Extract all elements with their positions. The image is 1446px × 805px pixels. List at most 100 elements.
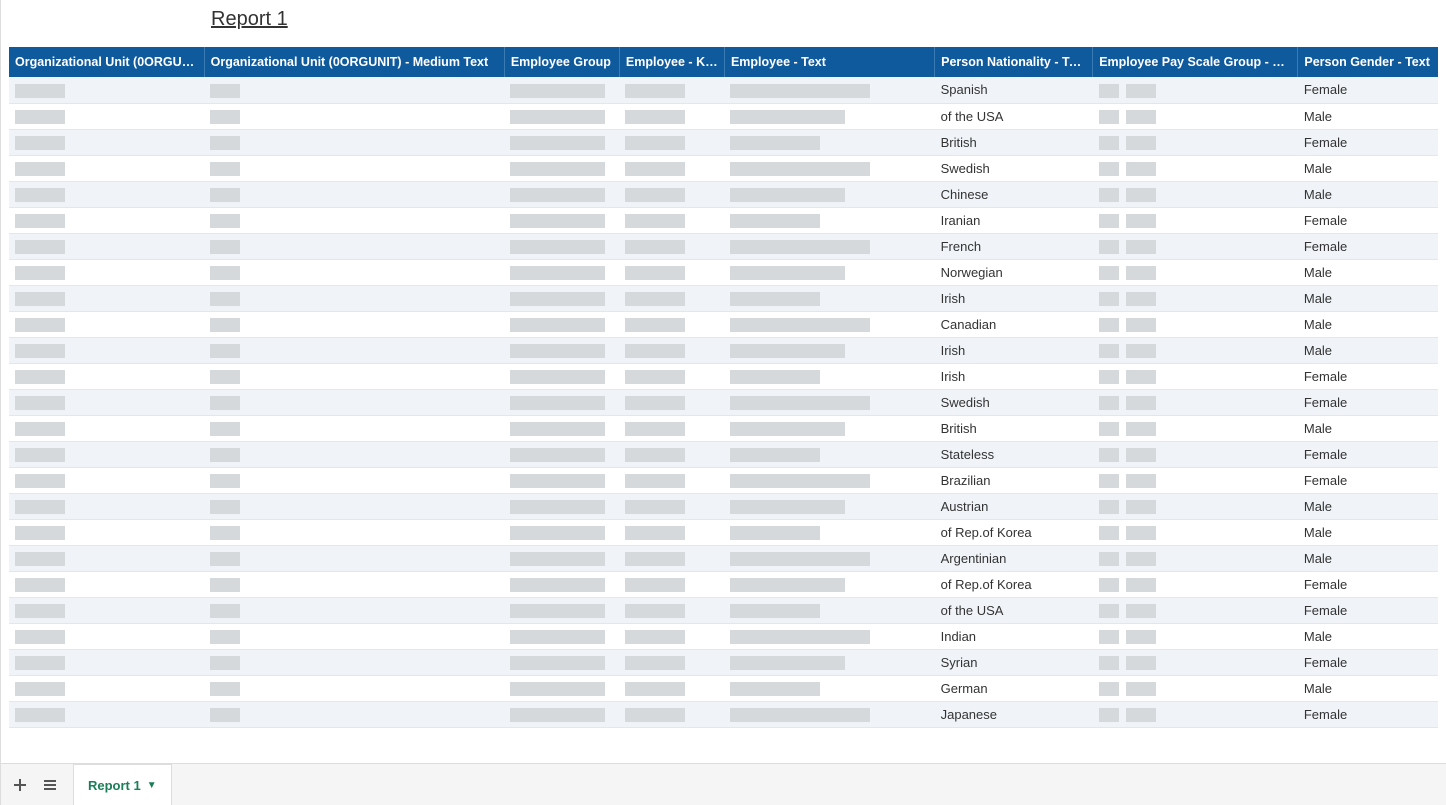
- cell-nationality: Stateless: [935, 441, 1093, 467]
- table-row[interactable]: Argentinian Male: [9, 545, 1438, 571]
- cell-nationality: German: [935, 675, 1093, 701]
- table-row[interactable]: Irish Female: [9, 363, 1438, 389]
- table-row[interactable]: Norwegian Male: [9, 259, 1438, 285]
- cell-redacted: [9, 311, 204, 337]
- col-header-nationality[interactable]: Person Nationality - Text: [935, 47, 1093, 77]
- cell-redacted: [724, 155, 934, 181]
- add-sheet-button[interactable]: [5, 770, 35, 800]
- cell-redacted: [9, 129, 204, 155]
- table-row[interactable]: German Male: [9, 675, 1438, 701]
- table-row[interactable]: of Rep.of Korea Male: [9, 519, 1438, 545]
- cell-redacted: [9, 571, 204, 597]
- cell-gender: Male: [1298, 181, 1438, 207]
- cell-redacted: [724, 623, 934, 649]
- cell-redacted: [504, 571, 619, 597]
- table-row[interactable]: Stateless Female: [9, 441, 1438, 467]
- table-row[interactable]: French Female: [9, 233, 1438, 259]
- table-row[interactable]: Chinese Male: [9, 181, 1438, 207]
- cell-redacted: [1093, 207, 1298, 233]
- cell-redacted: [504, 181, 619, 207]
- cell-redacted: [9, 181, 204, 207]
- cell-redacted: [504, 337, 619, 363]
- cell-redacted: [204, 493, 504, 519]
- cell-redacted: [204, 597, 504, 623]
- cell-gender: Male: [1298, 259, 1438, 285]
- cell-redacted: [619, 181, 724, 207]
- col-header-employee-text[interactable]: Employee - Text: [724, 47, 934, 77]
- table-row[interactable]: of the USA Female: [9, 597, 1438, 623]
- table-row[interactable]: Irish Male: [9, 285, 1438, 311]
- cell-redacted: [204, 129, 504, 155]
- table-row[interactable]: British Female: [9, 129, 1438, 155]
- grid-header-row: Organizational Unit (0ORGUNIT) Organizat…: [9, 47, 1438, 77]
- cell-redacted: [724, 701, 934, 727]
- cell-nationality: of the USA: [935, 103, 1093, 129]
- cell-redacted: [504, 623, 619, 649]
- cell-redacted: [724, 675, 934, 701]
- cell-redacted: [724, 597, 934, 623]
- col-header-gender[interactable]: Person Gender - Text: [1298, 47, 1438, 77]
- table-row[interactable]: of the USA Male: [9, 103, 1438, 129]
- table-row[interactable]: Indian Male: [9, 623, 1438, 649]
- cell-redacted: [1093, 181, 1298, 207]
- cell-redacted: [504, 597, 619, 623]
- cell-redacted: [9, 363, 204, 389]
- cell-redacted: [504, 129, 619, 155]
- cell-redacted: [619, 103, 724, 129]
- cell-gender: Female: [1298, 441, 1438, 467]
- sheet-list-button[interactable]: [35, 770, 65, 800]
- cell-redacted: [504, 415, 619, 441]
- table-row[interactable]: Austrian Male: [9, 493, 1438, 519]
- col-header-org-unit[interactable]: Organizational Unit (0ORGUNIT): [9, 47, 204, 77]
- cell-gender: Female: [1298, 129, 1438, 155]
- cell-redacted: [619, 77, 724, 103]
- table-row[interactable]: British Male: [9, 415, 1438, 441]
- cell-redacted: [1093, 493, 1298, 519]
- cell-redacted: [724, 519, 934, 545]
- col-header-employee-key[interactable]: Employee - Key: [619, 47, 724, 77]
- cell-redacted: [504, 467, 619, 493]
- cell-redacted: [1093, 623, 1298, 649]
- cell-redacted: [724, 467, 934, 493]
- cell-redacted: [724, 389, 934, 415]
- cell-redacted: [204, 207, 504, 233]
- col-header-org-unit-text[interactable]: Organizational Unit (0ORGUNIT) - Medium …: [204, 47, 504, 77]
- cell-redacted: [619, 545, 724, 571]
- cell-redacted: [504, 519, 619, 545]
- table-row[interactable]: Spanish Female: [9, 77, 1438, 103]
- sheet-tab-report-1[interactable]: Report 1 ▼: [73, 764, 172, 805]
- cell-gender: Female: [1298, 701, 1438, 727]
- table-row[interactable]: Swedish Female: [9, 389, 1438, 415]
- col-header-pay-scale-group[interactable]: Employee Pay Scale Group - Text: [1093, 47, 1298, 77]
- cell-redacted: [724, 285, 934, 311]
- table-row[interactable]: Japanese Female: [9, 701, 1438, 727]
- cell-redacted: [619, 233, 724, 259]
- table-row[interactable]: of Rep.of Korea Female: [9, 571, 1438, 597]
- cell-nationality: Chinese: [935, 181, 1093, 207]
- cell-redacted: [1093, 649, 1298, 675]
- table-row[interactable]: Canadian Male: [9, 311, 1438, 337]
- cell-nationality: Spanish: [935, 77, 1093, 103]
- table-row[interactable]: Brazilian Female: [9, 467, 1438, 493]
- cell-redacted: [204, 155, 504, 181]
- cell-redacted: [619, 363, 724, 389]
- cell-redacted: [724, 233, 934, 259]
- cell-redacted: [619, 337, 724, 363]
- table-row[interactable]: Syrian Female: [9, 649, 1438, 675]
- cell-redacted: [619, 389, 724, 415]
- sheet-tab-bar: Report 1 ▼: [1, 763, 1446, 805]
- cell-redacted: [724, 337, 934, 363]
- cell-redacted: [9, 415, 204, 441]
- report-grid: Organizational Unit (0ORGUNIT) Organizat…: [9, 47, 1438, 747]
- table-row[interactable]: Swedish Male: [9, 155, 1438, 181]
- table-row[interactable]: Irish Male: [9, 337, 1438, 363]
- cell-gender: Female: [1298, 233, 1438, 259]
- cell-redacted: [1093, 571, 1298, 597]
- cell-nationality: Swedish: [935, 389, 1093, 415]
- cell-nationality: French: [935, 233, 1093, 259]
- col-header-employee-group[interactable]: Employee Group: [504, 47, 619, 77]
- cell-redacted: [504, 77, 619, 103]
- cell-redacted: [1093, 545, 1298, 571]
- cell-redacted: [204, 103, 504, 129]
- table-row[interactable]: Iranian Female: [9, 207, 1438, 233]
